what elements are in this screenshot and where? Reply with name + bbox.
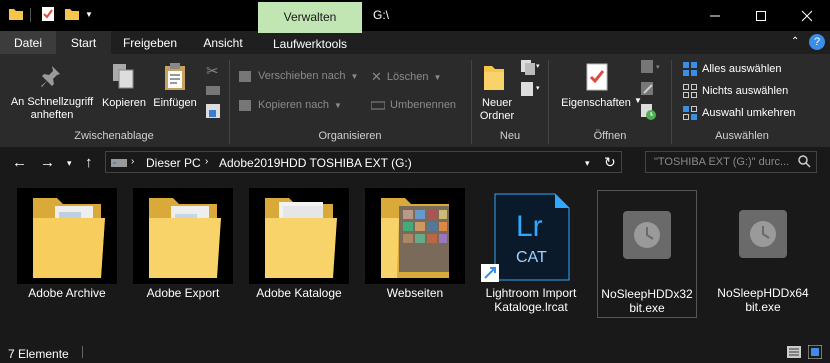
rename-label: Umbenennen: [390, 99, 457, 111]
details-view-icon[interactable]: [787, 346, 801, 361]
invert-selection-icon: [683, 106, 697, 120]
tab-freigeben[interactable]: Freigeben: [112, 31, 188, 54]
svg-text:Lr: Lr: [516, 210, 543, 243]
properties-icon[interactable]: [40, 6, 56, 24]
quick-access-dropdown-icon[interactable]: ▼: [85, 10, 93, 28]
up-arrow-icon[interactable]: ↑: [85, 154, 93, 171]
breadcrumb-separator-icon[interactable]: ›: [131, 156, 134, 167]
edit-icon[interactable]: [641, 82, 655, 99]
breadcrumb-dieser-pc[interactable]: Dieser PC: [146, 156, 201, 170]
folder-icon: [365, 188, 465, 284]
cut-icon[interactable]: ✂: [206, 62, 219, 80]
copy-to-label: Kopieren nach: [258, 99, 329, 111]
window-title: G:\: [373, 8, 390, 22]
copy-button[interactable]: Kopieren: [98, 97, 150, 110]
delete-icon: ✕: [371, 69, 382, 84]
copy-to-icon: [239, 100, 251, 111]
close-button[interactable]: [784, 0, 830, 31]
folder-icon: [17, 188, 117, 284]
status-bar: [0, 341, 830, 363]
new-folder-button[interactable]: Neuer Ordner: [474, 97, 520, 123]
collapse-ribbon-icon[interactable]: ⌃: [791, 36, 799, 47]
svg-text:▾: ▾: [656, 64, 660, 71]
delete-button[interactable]: ✕ Löschen ▼: [371, 69, 441, 85]
organize-group-label: Organisieren: [318, 130, 382, 142]
new-folder-icon[interactable]: [64, 6, 80, 24]
new-group-label: Neu: [499, 130, 521, 142]
properties-large-icon: [585, 62, 609, 95]
file-name: Lightroom Import Kataloge.lrcat: [485, 286, 577, 314]
refresh-icon[interactable]: ↻: [604, 154, 616, 171]
search-input[interactable]: "TOSHIBA EXT (G:)" durc...: [645, 151, 817, 173]
select-all-icon: [683, 62, 697, 76]
move-to-button[interactable]: Verschieben nach ▼: [239, 69, 358, 83]
item-count: 7 Elemente: [8, 347, 69, 361]
easy-access-icon[interactable]: ▾: [521, 82, 541, 101]
clipboard-group-label: Zwischenablage: [74, 130, 154, 142]
invert-selection-button[interactable]: Auswahl umkehren: [683, 106, 796, 120]
paste-button[interactable]: Einfügen: [150, 97, 200, 110]
paste-shortcut-icon[interactable]: [206, 104, 220, 121]
new-folder-icon: [482, 62, 506, 95]
paste-icon: [163, 62, 187, 95]
select-none-icon: [683, 84, 697, 98]
rename-button[interactable]: Umbenennen: [371, 98, 456, 112]
exe-icon: [598, 191, 696, 287]
drive-icon: [111, 156, 127, 171]
history-icon[interactable]: [641, 104, 657, 123]
forward-arrow-icon[interactable]: →: [40, 154, 55, 171]
tab-datei[interactable]: Datei: [0, 31, 56, 54]
tab-ansicht[interactable]: Ansicht: [188, 31, 258, 54]
minimize-button[interactable]: [692, 0, 738, 31]
pin-icon: [40, 64, 62, 93]
properties-button[interactable]: Eigenschaften: [556, 97, 636, 110]
file-name: NoSleepHDDx64 bit.exe: [717, 286, 809, 314]
move-to-label: Verschieben nach: [258, 70, 346, 82]
invert-selection-label: Auswahl umkehren: [702, 107, 796, 119]
maximize-button[interactable]: [738, 0, 784, 31]
copy-path-icon[interactable]: [206, 84, 220, 99]
delete-label: Löschen: [386, 71, 429, 83]
svg-text:▾: ▾: [536, 85, 540, 92]
move-to-icon: [239, 71, 251, 82]
copy-to-button[interactable]: Kopieren nach ▼: [239, 98, 342, 112]
file-name: Adobe Export: [146, 286, 220, 300]
help-icon[interactable]: ?: [809, 34, 825, 50]
svg-text:▾: ▾: [536, 63, 540, 70]
exe-icon: [713, 188, 813, 284]
new-item-icon[interactable]: ▾: [521, 60, 541, 79]
select-group-label: Auswählen: [715, 130, 769, 142]
pin-to-quick-access-button[interactable]: An Schnellzugriff anheften: [4, 96, 100, 122]
select-none-button[interactable]: Nichts auswählen: [683, 84, 788, 98]
open-icon[interactable]: ▾: [641, 60, 665, 77]
file-name: Adobe Archive: [28, 286, 106, 300]
folder-icon: [8, 6, 24, 24]
select-all-button[interactable]: Alles auswählen: [683, 62, 782, 76]
file-item-nosleephdd-x32[interactable]: NoSleepHDDx32 bit.exe: [597, 190, 697, 318]
file-name: Adobe Kataloge: [256, 286, 342, 300]
search-icon: [798, 155, 811, 171]
tab-start[interactable]: Start: [56, 31, 111, 54]
open-group-label: Öffnen: [593, 130, 627, 142]
breadcrumb-drive[interactable]: Adobe2019HDD TOSHIBA EXT (G:): [219, 156, 412, 170]
folder-icon: [249, 188, 349, 284]
verwalten-label: Verwalten: [283, 9, 337, 24]
large-icons-view-icon[interactable]: [807, 344, 823, 362]
tab-verwalten[interactable]: Verwalten: [258, 2, 362, 31]
select-all-label: Alles auswählen: [702, 63, 782, 75]
tab-laufwerktools[interactable]: Laufwerktools: [258, 31, 362, 54]
breadcrumb-separator-icon[interactable]: ›: [205, 156, 208, 167]
select-none-label: Nichts auswählen: [702, 85, 789, 97]
lightroom-catalog-icon: Lr CAT: [481, 188, 581, 284]
address-dropdown-icon[interactable]: ▾: [585, 158, 590, 169]
recent-locations-icon[interactable]: ▾: [67, 158, 72, 169]
rename-icon: [371, 101, 385, 110]
svg-text:CAT: CAT: [516, 249, 547, 266]
file-name: NoSleepHDDx32 bit.exe: [601, 287, 693, 315]
copy-icon: [111, 62, 135, 93]
back-arrow-icon[interactable]: ←: [12, 154, 27, 171]
folder-icon: [133, 188, 233, 284]
file-name: Webseiten: [386, 286, 444, 300]
